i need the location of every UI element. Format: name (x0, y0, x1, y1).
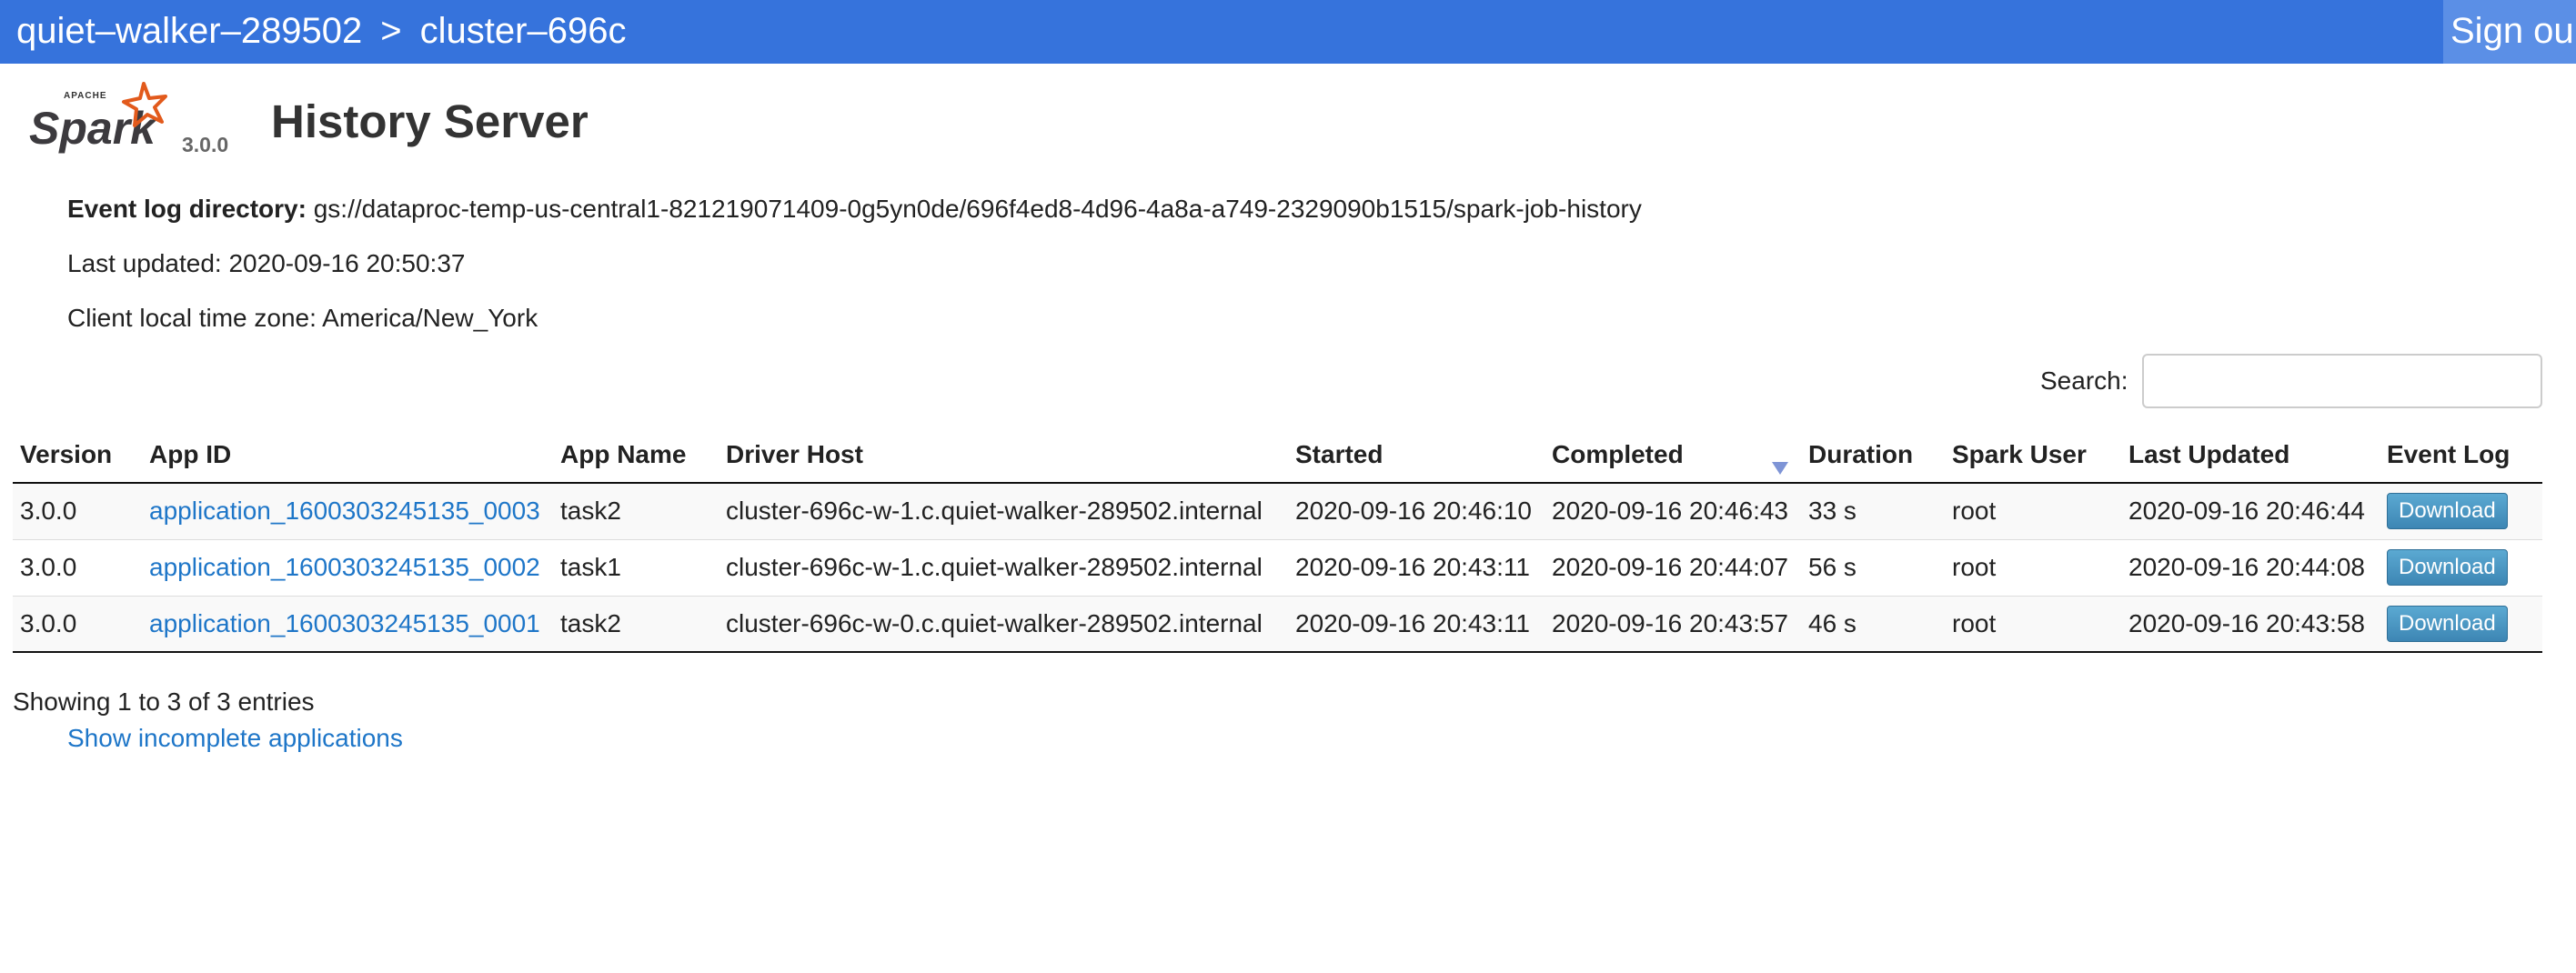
logo-apache-text: APACHE (64, 91, 106, 101)
cell-version: 3.0.0 (13, 596, 142, 653)
cell-last-updated: 2020-09-16 20:46:44 (2121, 483, 2380, 540)
event-log-directory-value: gs://dataproc-temp-us-central1-821219071… (313, 195, 1642, 223)
cell-duration: 33 s (1801, 483, 1945, 540)
cell-completed: 2020-09-16 20:43:57 (1545, 596, 1801, 653)
cell-app-id: application_1600303245135_0001 (142, 596, 553, 653)
show-incomplete-link[interactable]: Show incomplete applications (67, 724, 403, 753)
column-header-duration[interactable]: Duration (1801, 427, 1945, 484)
breadcrumb-separator: > (380, 11, 402, 51)
column-header-started[interactable]: Started (1288, 427, 1545, 484)
last-updated-info: Last updated: 2020-09-16 20:50:37 (67, 249, 466, 277)
breadcrumb-cluster[interactable]: cluster–696c (420, 11, 627, 51)
download-button[interactable]: Download (2387, 549, 2508, 586)
breadcrumb: quiet–walker–289502 > cluster–696c (16, 0, 626, 64)
search-label: Search: (2040, 366, 2128, 395)
column-header-completed[interactable]: Completed (1545, 427, 1801, 484)
spark-logo[interactable]: APACHE Spark (27, 80, 182, 162)
cell-spark-user: root (1945, 596, 2121, 653)
cell-event-log: Download (2380, 539, 2542, 597)
column-header-last-updated[interactable]: Last Updated (2121, 427, 2380, 484)
cell-completed: 2020-09-16 20:44:07 (1545, 539, 1801, 597)
cell-spark-user: root (1945, 539, 2121, 597)
cell-last-updated: 2020-09-16 20:44:08 (2121, 539, 2380, 597)
cell-version: 3.0.0 (13, 483, 142, 540)
cell-spark-user: root (1945, 483, 2121, 540)
app-id-link[interactable]: application_1600303245135_0002 (149, 553, 540, 581)
event-log-directory-label: Event log directory: (67, 195, 307, 223)
page-title: History Server (271, 95, 589, 147)
table-row: 3.0.0 application_1600303245135_0003 tas… (13, 483, 2542, 540)
timezone-info: Client local time zone: America/New_York (67, 304, 538, 332)
cell-app-name: task1 (553, 539, 719, 597)
column-header-event-log[interactable]: Event Log (2380, 427, 2542, 484)
download-button[interactable]: Download (2387, 493, 2508, 530)
column-header-spark-user[interactable]: Spark User (1945, 427, 2121, 484)
cell-event-log: Download (2380, 483, 2542, 540)
cell-app-name: task2 (553, 596, 719, 653)
logo-brand-text: Spark (29, 103, 157, 154)
top-header-bar: quiet–walker–289502 > cluster–696c Sign ou (0, 0, 2576, 64)
column-header-driver-host[interactable]: Driver Host (719, 427, 1288, 484)
cell-app-id: application_1600303245135_0002 (142, 539, 553, 597)
app-id-link[interactable]: application_1600303245135_0003 (149, 497, 540, 525)
entries-info: Showing 1 to 3 of 3 entries (13, 687, 315, 716)
cell-last-updated: 2020-09-16 20:43:58 (2121, 596, 2380, 653)
cell-app-id: application_1600303245135_0003 (142, 483, 553, 540)
applications-table: Version App ID App Name Driver Host Star… (13, 427, 2542, 653)
cell-completed: 2020-09-16 20:46:43 (1545, 483, 1801, 540)
cell-duration: 46 s (1801, 596, 1945, 653)
cell-started: 2020-09-16 20:46:10 (1288, 483, 1545, 540)
cell-driver-host: cluster-696c-w-1.c.quiet-walker-289502.i… (719, 539, 1288, 597)
cell-driver-host: cluster-696c-w-1.c.quiet-walker-289502.i… (719, 483, 1288, 540)
event-log-directory: Event log directory: gs://dataproc-temp-… (67, 195, 1642, 224)
cell-app-name: task2 (553, 483, 719, 540)
table-row: 3.0.0 application_1600303245135_0002 tas… (13, 539, 2542, 597)
download-button[interactable]: Download (2387, 605, 2508, 642)
column-header-version[interactable]: Version (13, 427, 142, 484)
column-header-app-id[interactable]: App ID (142, 427, 553, 484)
search-input[interactable] (2142, 354, 2542, 408)
table-row: 3.0.0 application_1600303245135_0001 tas… (13, 596, 2542, 653)
column-header-completed-label: Completed (1552, 440, 1684, 468)
cell-started: 2020-09-16 20:43:11 (1288, 596, 1545, 653)
cell-duration: 56 s (1801, 539, 1945, 597)
sign-out-button[interactable]: Sign ou (2443, 0, 2576, 64)
cell-driver-host: cluster-696c-w-0.c.quiet-walker-289502.i… (719, 596, 1288, 653)
table-header-row: Version App ID App Name Driver Host Star… (13, 427, 2542, 484)
sort-descending-icon (1772, 462, 1788, 475)
column-header-app-name[interactable]: App Name (553, 427, 719, 484)
cell-event-log: Download (2380, 596, 2542, 653)
spark-version: 3.0.0 (182, 133, 229, 156)
cell-version: 3.0.0 (13, 539, 142, 597)
breadcrumb-project[interactable]: quiet–walker–289502 (16, 11, 362, 51)
app-id-link[interactable]: application_1600303245135_0001 (149, 609, 540, 637)
cell-started: 2020-09-16 20:43:11 (1288, 539, 1545, 597)
